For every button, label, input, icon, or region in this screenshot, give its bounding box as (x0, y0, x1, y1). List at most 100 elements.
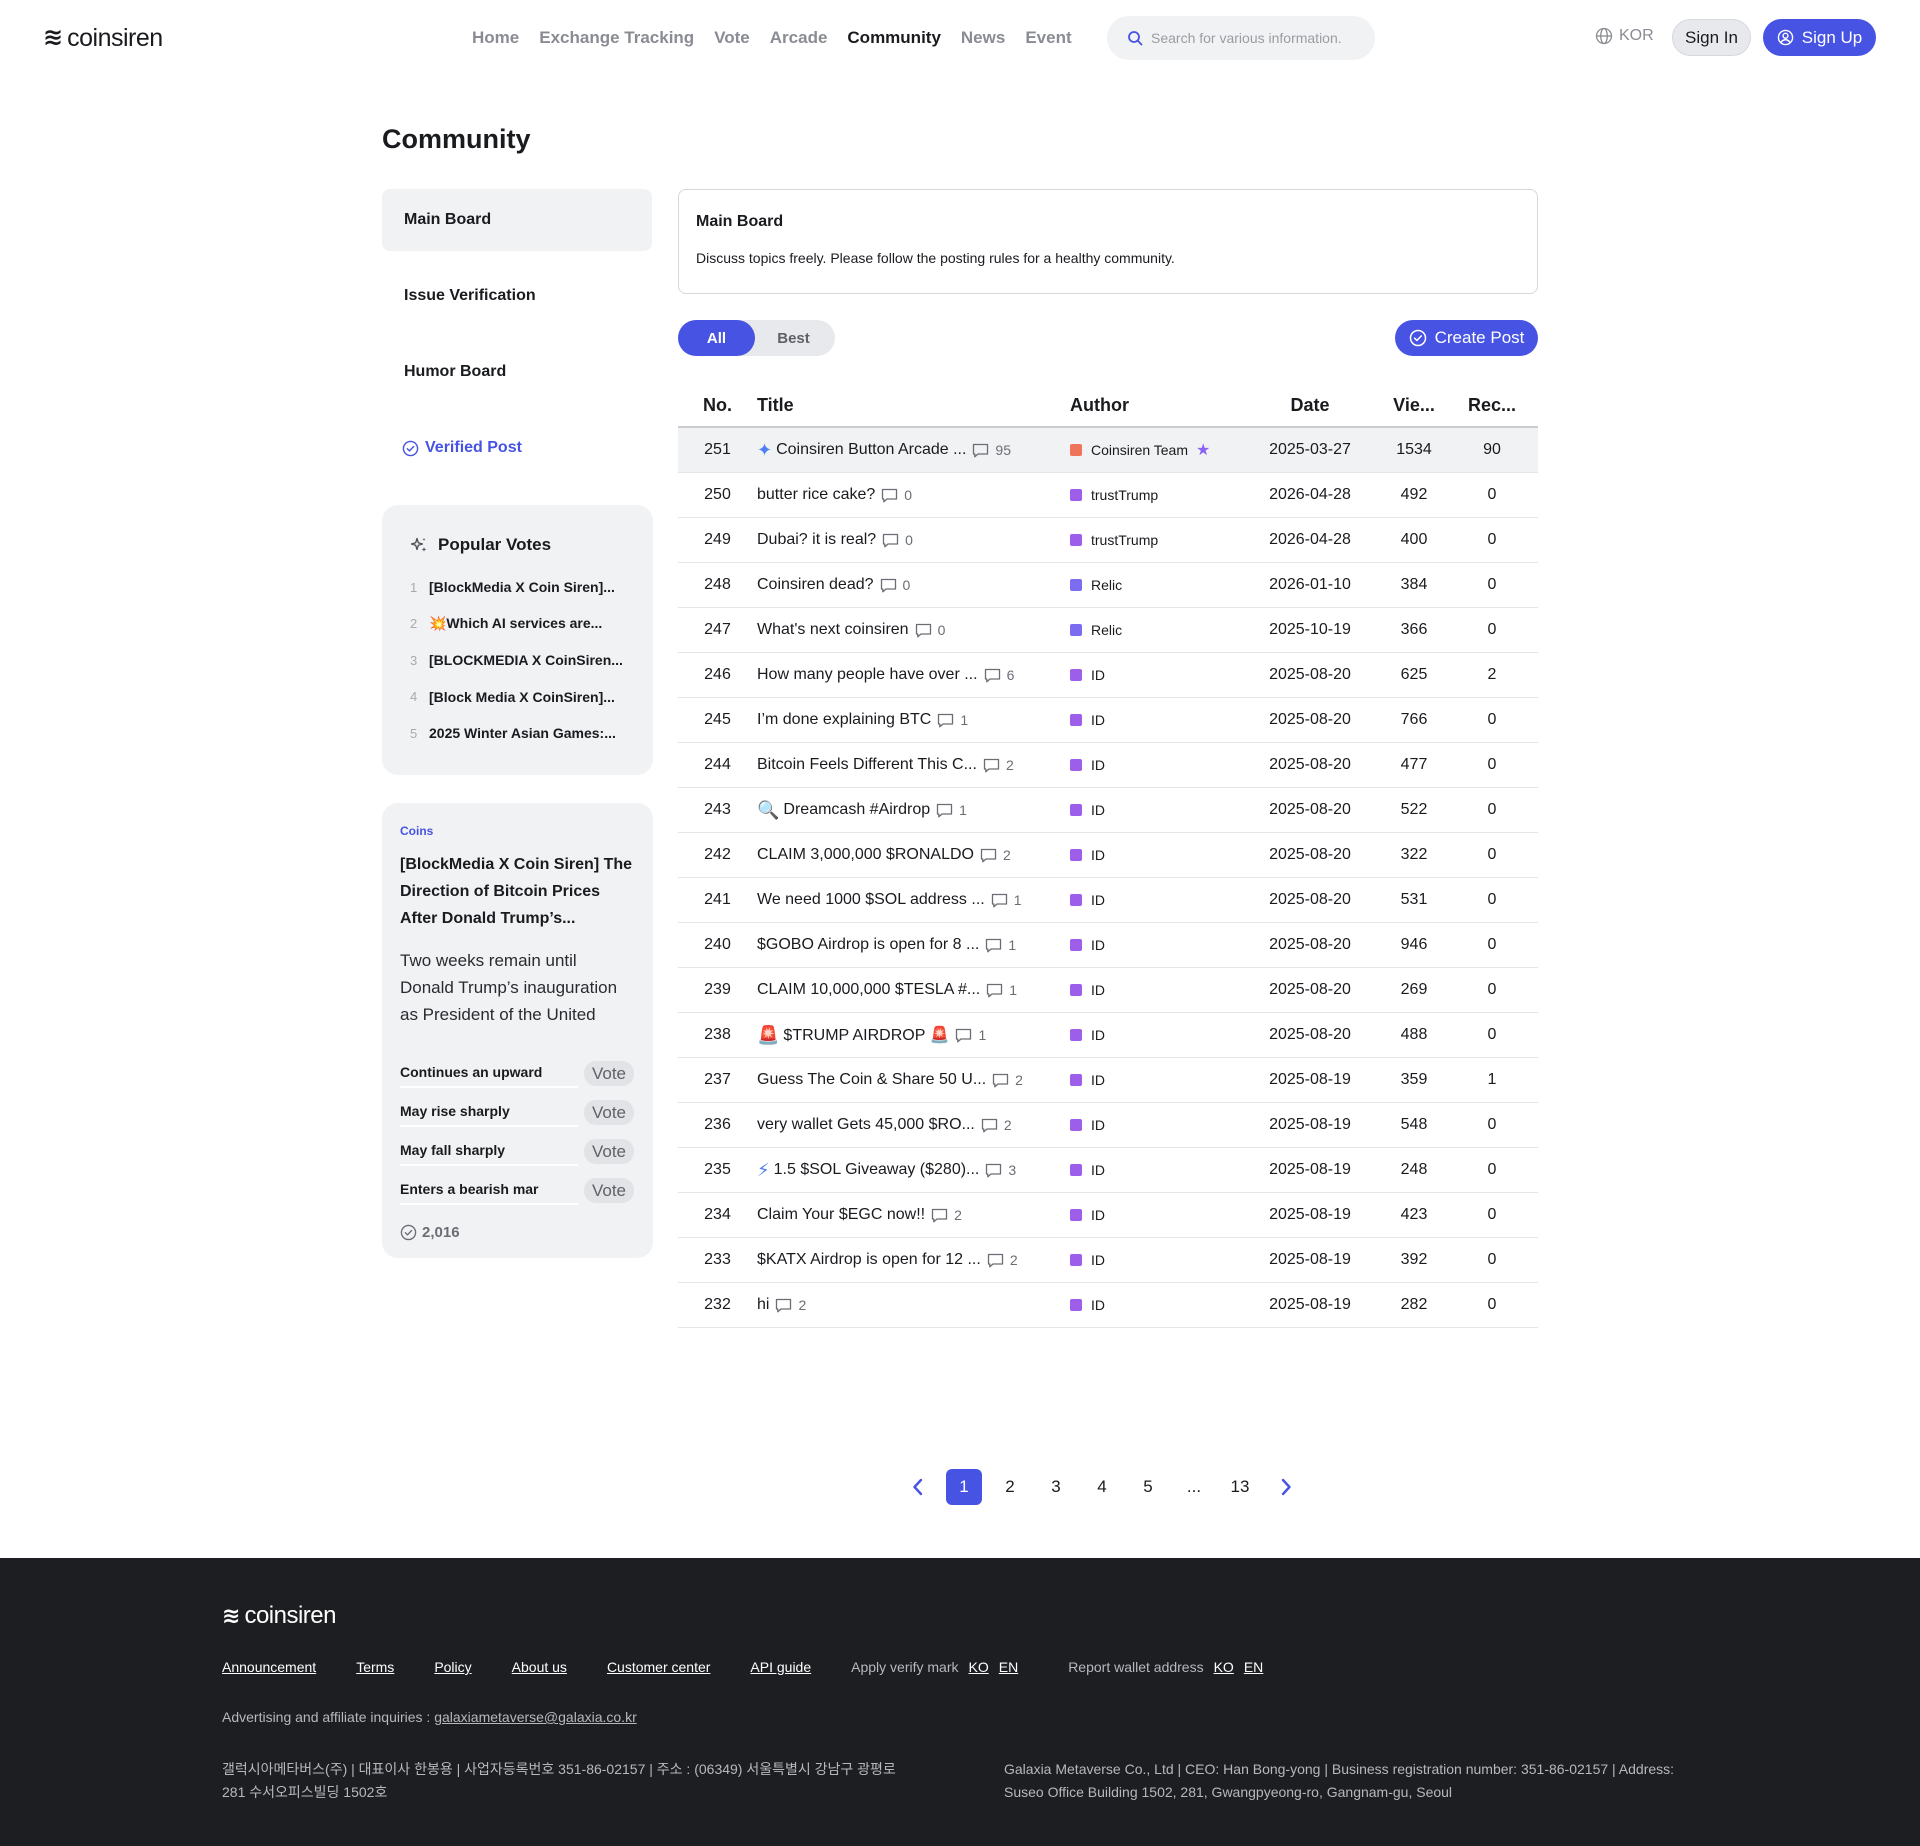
post-title[interactable]: butter rice cake? (757, 486, 875, 504)
post-title[interactable]: What's next coinsiren (757, 621, 909, 639)
table-row[interactable]: 247 What's next coinsiren 0 Relic 2025-10-19… (678, 608, 1538, 653)
page-button[interactable]: 4 (1084, 1469, 1120, 1505)
table-row[interactable]: 246 How many people have over ... 6 ID 2025-… (678, 653, 1538, 698)
post-title-cell[interactable]: I’m done explaining BTC 1 (757, 711, 1070, 729)
post-title-cell[interactable]: Claim Your $EGC now!! 2 (757, 1206, 1070, 1224)
table-row[interactable]: 236 very wallet Gets 45,000 $RO... 2 ID 2025… (678, 1103, 1538, 1148)
table-row[interactable]: 240 $GOBO Airdrop is open for 8 ... 1 ID 202… (678, 923, 1538, 968)
post-title-cell[interactable]: $GOBO Airdrop is open for 8 ... 1 (757, 936, 1070, 954)
post-title[interactable]: How many people have over ... (757, 666, 978, 684)
post-title-cell[interactable]: Guess The Coin & Share 50 U... 2 (757, 1071, 1070, 1089)
vote-button[interactable]: Vote (584, 1178, 634, 1203)
post-title[interactable]: Dreamcash #Airdrop (783, 801, 930, 819)
footer-logo[interactable]: ≋ coinsiren (222, 1602, 336, 1630)
nav-exchange-tracking[interactable]: Exchange Tracking (539, 26, 694, 50)
post-author[interactable]: ID (1070, 1252, 1250, 1268)
sidebar-item-verified-post[interactable]: Verified Post (382, 417, 652, 479)
post-title[interactable]: Guess The Coin & Share 50 U... (757, 1071, 986, 1089)
prev-page-button[interactable] (900, 1469, 936, 1505)
post-author[interactable]: trustTrump (1070, 487, 1250, 503)
vote-button[interactable]: Vote (584, 1100, 634, 1125)
table-row[interactable]: 241 We need 1000 $SOL address ... 1 ID 2025-… (678, 878, 1538, 923)
popular-vote-item[interactable]: 4 [Block Media X CoinSiren]... (410, 679, 653, 716)
post-title[interactable]: Coinsiren dead? (757, 576, 874, 594)
footer-link-api-guide[interactable]: API guide (750, 1659, 811, 1675)
create-post-button[interactable]: Create Post (1395, 320, 1538, 356)
post-title[interactable]: Coinsiren Button Arcade ... (776, 441, 966, 459)
sign-up-button[interactable]: Sign Up (1763, 19, 1876, 56)
post-author[interactable]: ID (1070, 802, 1250, 818)
table-row[interactable]: 243 🔍 Dreamcash #Airdrop 1 ID 2025-08-20 522 0 (678, 788, 1538, 833)
post-title-cell[interactable]: very wallet Gets 45,000 $RO... 2 (757, 1116, 1070, 1134)
post-title[interactable]: 1.5 $SOL Giveaway ($280)... (774, 1161, 980, 1179)
nav-home[interactable]: Home (472, 26, 519, 50)
nav-event[interactable]: Event (1025, 26, 1071, 50)
table-row[interactable]: 251 ✦ Coinsiren Button Arcade ... 95 Coinsir… (678, 428, 1538, 473)
post-title-cell[interactable]: butter rice cake? 0 (757, 486, 1070, 504)
post-title[interactable]: CLAIM 10,000,000 $TESLA #... (757, 981, 980, 999)
page-button[interactable]: 5 (1130, 1469, 1166, 1505)
vote-button[interactable]: Vote (584, 1139, 634, 1164)
post-title-cell[interactable]: CLAIM 10,000,000 $TESLA #... 1 (757, 981, 1070, 999)
search-input[interactable] (1151, 30, 1361, 46)
nav-news[interactable]: News (961, 26, 1005, 50)
post-author[interactable]: Relic (1070, 622, 1250, 638)
verify-mark-en-link[interactable]: EN (999, 1659, 1018, 1675)
post-title-cell[interactable]: Bitcoin Feels Different This C... 2 (757, 756, 1070, 774)
post-title-cell[interactable]: 🚨 $TRUMP AIRDROP 🚨 1 (757, 1025, 1070, 1046)
post-title[interactable]: hi (757, 1296, 769, 1314)
popular-vote-item[interactable]: 3 [BLOCKMEDIA X CoinSiren... (410, 642, 653, 679)
sidebar-item-humor-board[interactable]: Humor Board (382, 341, 652, 403)
table-row[interactable]: 238 🚨 $TRUMP AIRDROP 🚨 1 ID 2025-08-20 488 0 (678, 1013, 1538, 1058)
table-row[interactable]: 249 Dubai? it is real? 0 trustTrump 2026-04-… (678, 518, 1538, 563)
post-title-cell[interactable]: CLAIM 3,000,000 $RONALDO 2 (757, 846, 1070, 864)
post-title[interactable]: very wallet Gets 45,000 $RO... (757, 1116, 975, 1134)
popular-vote-item[interactable]: 5 2025 Winter Asian Games:... (410, 715, 653, 752)
page-button[interactable]: 3 (1038, 1469, 1074, 1505)
post-title-cell[interactable]: 🔍 Dreamcash #Airdrop 1 (757, 800, 1070, 821)
table-row[interactable]: 235 ⚡ 1.5 $SOL Giveaway ($280)... 3 ID 2025-0… (678, 1148, 1538, 1193)
popular-vote-item[interactable]: 1 [BlockMedia X Coin Siren]... (410, 569, 653, 606)
table-row[interactable]: 245 I’m done explaining BTC 1 ID 2025-08-20 7… (678, 698, 1538, 743)
table-row[interactable]: 250 butter rice cake? 0 trustTrump 2026-04-2… (678, 473, 1538, 518)
post-author[interactable]: ID (1070, 1072, 1250, 1088)
post-author[interactable]: ID (1070, 1297, 1250, 1313)
post-title-cell[interactable]: ✦ Coinsiren Button Arcade ... 95 (757, 440, 1070, 461)
table-row[interactable]: 232 hi 2 ID 2025-08-19 282 0 (678, 1283, 1538, 1328)
post-title[interactable]: $KATX Airdrop is open for 12 ... (757, 1251, 981, 1269)
table-row[interactable]: 233 $KATX Airdrop is open for 12 ... 2 ID 20… (678, 1238, 1538, 1283)
post-title[interactable]: $TRUMP AIRDROP 🚨 (783, 1025, 949, 1045)
footer-link-announcement[interactable]: Announcement (222, 1659, 316, 1675)
table-row[interactable]: 239 CLAIM 10,000,000 $TESLA #... 1 ID 2025-0… (678, 968, 1538, 1013)
table-row[interactable]: 237 Guess The Coin & Share 50 U... 2 ID 2025… (678, 1058, 1538, 1103)
footer-link-policy[interactable]: Policy (434, 1659, 471, 1675)
nav-vote[interactable]: Vote (714, 26, 750, 50)
post-title[interactable]: $GOBO Airdrop is open for 8 ... (757, 936, 979, 954)
table-row[interactable]: 248 Coinsiren dead? 0 Relic 2026-01-10 384 0 (678, 563, 1538, 608)
footer-link-customer-center[interactable]: Customer center (607, 1659, 710, 1675)
post-author[interactable]: ID (1070, 1162, 1250, 1178)
post-title-cell[interactable]: How many people have over ... 6 (757, 666, 1070, 684)
post-author[interactable]: ID (1070, 847, 1250, 863)
post-title[interactable]: We need 1000 $SOL address ... (757, 891, 985, 909)
post-author[interactable]: ID (1070, 1117, 1250, 1133)
filter-all-button[interactable]: All (678, 320, 755, 356)
search-bar[interactable] (1107, 16, 1375, 60)
next-page-button[interactable] (1268, 1469, 1304, 1505)
page-button[interactable]: 13 (1222, 1469, 1258, 1505)
post-author[interactable]: ID (1070, 757, 1250, 773)
post-title-cell[interactable]: Coinsiren dead? 0 (757, 576, 1070, 594)
post-title-cell[interactable]: What's next coinsiren 0 (757, 621, 1070, 639)
sign-in-button[interactable]: Sign In (1672, 19, 1751, 56)
sidebar-item-main-board[interactable]: Main Board (382, 189, 652, 251)
post-author[interactable]: ID (1070, 712, 1250, 728)
post-author[interactable]: ID (1070, 1207, 1250, 1223)
post-author[interactable]: trustTrump (1070, 532, 1250, 548)
post-title[interactable]: Claim Your $EGC now!! (757, 1206, 925, 1224)
nav-community[interactable]: Community (847, 26, 941, 50)
post-title-cell[interactable]: hi 2 (757, 1296, 1070, 1314)
post-author[interactable]: Coinsiren Team ★ (1070, 440, 1250, 460)
site-logo[interactable]: ≋ coinsiren (43, 24, 163, 52)
footer-link-terms[interactable]: Terms (356, 1659, 394, 1675)
post-title-cell[interactable]: Dubai? it is real? 0 (757, 531, 1070, 549)
